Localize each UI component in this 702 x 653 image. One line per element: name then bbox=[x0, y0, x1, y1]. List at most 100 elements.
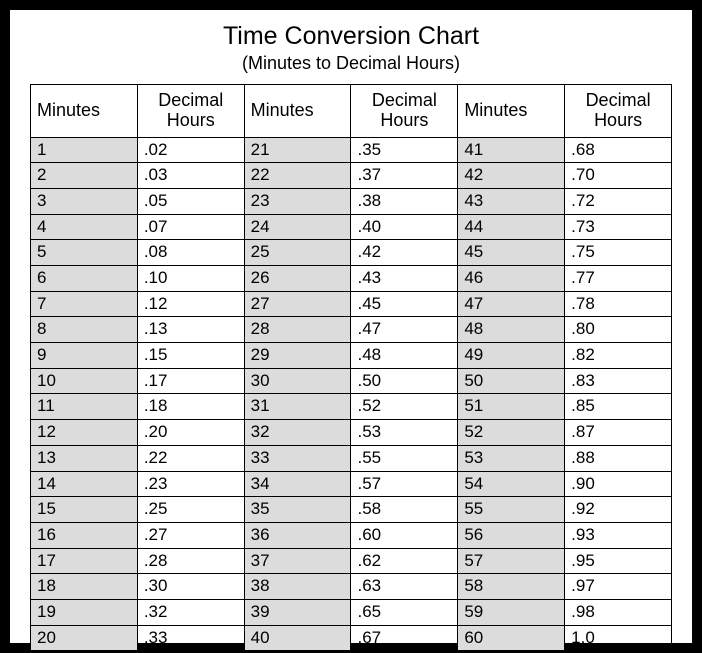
minutes-cell: 2 bbox=[31, 163, 138, 189]
decimal-cell: .67 bbox=[351, 625, 458, 651]
table-row: 4.0724.4044.73 bbox=[31, 214, 672, 240]
decimal-cell: .08 bbox=[137, 240, 244, 266]
table-row: 20.3340.67601.0 bbox=[31, 625, 672, 651]
decimal-cell: .95 bbox=[565, 548, 672, 574]
minutes-cell: 36 bbox=[244, 522, 351, 548]
decimal-cell: .23 bbox=[137, 471, 244, 497]
table-row: 15.2535.5855.92 bbox=[31, 497, 672, 523]
chart-title: Time Conversion Chart bbox=[30, 22, 672, 51]
minutes-cell: 28 bbox=[244, 317, 351, 343]
minutes-cell: 35 bbox=[244, 497, 351, 523]
decimal-cell: .85 bbox=[565, 394, 672, 420]
decimal-cell: .30 bbox=[137, 574, 244, 600]
table-row: 12.2032.5352.87 bbox=[31, 420, 672, 446]
decimal-cell: .63 bbox=[351, 574, 458, 600]
decimal-cell: .52 bbox=[351, 394, 458, 420]
minutes-cell: 49 bbox=[458, 343, 565, 369]
minutes-cell: 10 bbox=[31, 368, 138, 394]
minutes-cell: 48 bbox=[458, 317, 565, 343]
decimal-cell: .87 bbox=[565, 420, 672, 446]
minutes-cell: 8 bbox=[31, 317, 138, 343]
decimal-cell: .53 bbox=[351, 420, 458, 446]
table-row: 7.1227.4547.78 bbox=[31, 291, 672, 317]
decimal-cell: .48 bbox=[351, 343, 458, 369]
minutes-cell: 53 bbox=[458, 445, 565, 471]
decimal-cell: .37 bbox=[351, 163, 458, 189]
decimal-cell: .28 bbox=[137, 548, 244, 574]
col-header-decimal-1: Decimal Hours bbox=[137, 85, 244, 138]
decimal-cell: .80 bbox=[565, 317, 672, 343]
minutes-cell: 40 bbox=[244, 625, 351, 651]
decimal-cell: .68 bbox=[565, 137, 672, 163]
minutes-cell: 7 bbox=[31, 291, 138, 317]
minutes-cell: 42 bbox=[458, 163, 565, 189]
minutes-cell: 22 bbox=[244, 163, 351, 189]
minutes-cell: 3 bbox=[31, 188, 138, 214]
decimal-cell: .47 bbox=[351, 317, 458, 343]
table-row: 16.2736.6056.93 bbox=[31, 522, 672, 548]
conversion-table: Minutes Decimal Hours Minutes Decimal Ho… bbox=[30, 84, 672, 651]
table-row: 2.0322.3742.70 bbox=[31, 163, 672, 189]
decimal-cell: .10 bbox=[137, 266, 244, 292]
minutes-cell: 5 bbox=[31, 240, 138, 266]
minutes-cell: 9 bbox=[31, 343, 138, 369]
table-row: 8.1328.4748.80 bbox=[31, 317, 672, 343]
decimal-cell: .50 bbox=[351, 368, 458, 394]
decimal-cell: .73 bbox=[565, 214, 672, 240]
minutes-cell: 44 bbox=[458, 214, 565, 240]
minutes-cell: 45 bbox=[458, 240, 565, 266]
decimal-cell: .13 bbox=[137, 317, 244, 343]
minutes-cell: 11 bbox=[31, 394, 138, 420]
decimal-cell: .32 bbox=[137, 599, 244, 625]
minutes-cell: 1 bbox=[31, 137, 138, 163]
table-row: 9.1529.4849.82 bbox=[31, 343, 672, 369]
decimal-cell: .65 bbox=[351, 599, 458, 625]
decimal-cell: .45 bbox=[351, 291, 458, 317]
minutes-cell: 21 bbox=[244, 137, 351, 163]
col-header-minutes-1: Minutes bbox=[31, 85, 138, 138]
decimal-cell: .72 bbox=[565, 188, 672, 214]
decimal-cell: .02 bbox=[137, 137, 244, 163]
minutes-cell: 60 bbox=[458, 625, 565, 651]
decimal-cell: .90 bbox=[565, 471, 672, 497]
decimal-cell: .27 bbox=[137, 522, 244, 548]
decimal-cell: .18 bbox=[137, 394, 244, 420]
table-row: 6.1026.4346.77 bbox=[31, 266, 672, 292]
decimal-cell: .25 bbox=[137, 497, 244, 523]
decimal-cell: .55 bbox=[351, 445, 458, 471]
minutes-cell: 20 bbox=[31, 625, 138, 651]
minutes-cell: 41 bbox=[458, 137, 565, 163]
minutes-cell: 57 bbox=[458, 548, 565, 574]
minutes-cell: 24 bbox=[244, 214, 351, 240]
col-header-decimal-2: Decimal Hours bbox=[351, 85, 458, 138]
minutes-cell: 26 bbox=[244, 266, 351, 292]
decimal-cell: .70 bbox=[565, 163, 672, 189]
minutes-cell: 32 bbox=[244, 420, 351, 446]
minutes-cell: 6 bbox=[31, 266, 138, 292]
minutes-cell: 16 bbox=[31, 522, 138, 548]
minutes-cell: 12 bbox=[31, 420, 138, 446]
minutes-cell: 50 bbox=[458, 368, 565, 394]
minutes-cell: 58 bbox=[458, 574, 565, 600]
minutes-cell: 17 bbox=[31, 548, 138, 574]
table-row: 18.3038.6358.97 bbox=[31, 574, 672, 600]
decimal-cell: .40 bbox=[351, 214, 458, 240]
minutes-cell: 23 bbox=[244, 188, 351, 214]
minutes-cell: 18 bbox=[31, 574, 138, 600]
table-row: 13.2233.5553.88 bbox=[31, 445, 672, 471]
minutes-cell: 52 bbox=[458, 420, 565, 446]
decimal-cell: .42 bbox=[351, 240, 458, 266]
minutes-cell: 51 bbox=[458, 394, 565, 420]
table-row: 11.1831.5251.85 bbox=[31, 394, 672, 420]
decimal-cell: .20 bbox=[137, 420, 244, 446]
decimal-cell: .35 bbox=[351, 137, 458, 163]
minutes-cell: 37 bbox=[244, 548, 351, 574]
table-row: 1.0221.3541.68 bbox=[31, 137, 672, 163]
minutes-cell: 30 bbox=[244, 368, 351, 394]
table-row: 19.3239.6559.98 bbox=[31, 599, 672, 625]
minutes-cell: 38 bbox=[244, 574, 351, 600]
minutes-cell: 33 bbox=[244, 445, 351, 471]
decimal-cell: .15 bbox=[137, 343, 244, 369]
decimal-cell: .78 bbox=[565, 291, 672, 317]
decimal-cell: .38 bbox=[351, 188, 458, 214]
